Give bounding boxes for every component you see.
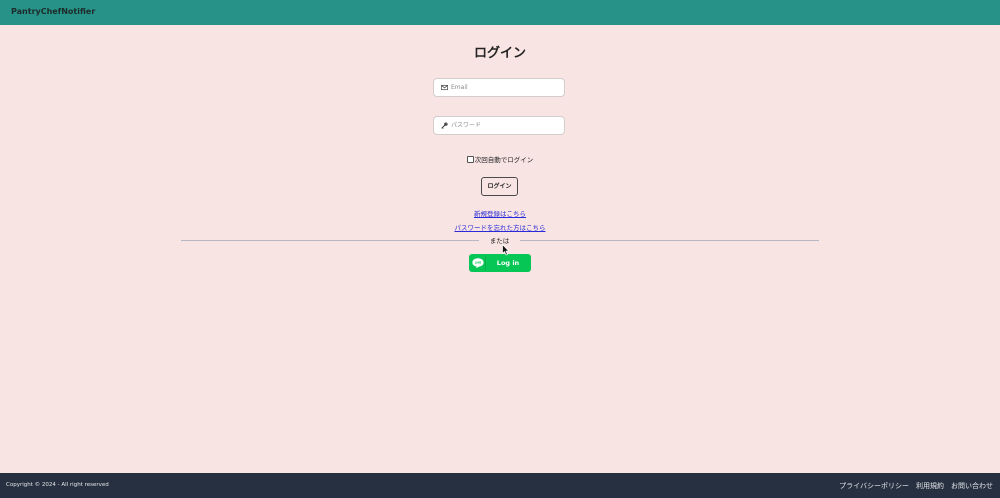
copyright-text: Copyright © 2024 - All right reserved <box>6 482 109 488</box>
signup-link[interactable]: 新規登録はこちら <box>474 210 526 218</box>
envelope-icon <box>441 84 448 91</box>
key-icon <box>441 122 448 129</box>
contact-link[interactable]: お問い合わせ <box>951 482 993 490</box>
footer: Copyright © 2024 - All right reserved プラ… <box>0 473 1000 498</box>
line-badge-text: LINE <box>475 261 482 265</box>
divider-text: または <box>489 237 510 245</box>
line-login-label: Log in <box>496 259 520 267</box>
line-login-button[interactable]: LINE Log in <box>469 254 531 272</box>
divider-line-left <box>181 240 479 241</box>
forgot-password-link-row: パスワードを忘れた方はこちら <box>0 222 1000 232</box>
password-field[interactable] <box>433 116 565 135</box>
remember-me-label[interactable]: 次回自動でログイン <box>475 156 534 164</box>
forgot-password-link[interactable]: パスワードを忘れた方はこちら <box>455 224 546 232</box>
footer-links: プライバシーポリシー 利用規約 お問い合わせ <box>832 481 993 491</box>
page-title: ログイン <box>473 46 526 61</box>
login-page: ログイン 次回自動でログイン ログイン 新規登録はこちら パスワードを忘れた方は… <box>0 25 1000 473</box>
remember-me-row: 次回自動でログイン <box>0 154 1000 164</box>
remember-me-checkbox[interactable] <box>466 156 474 163</box>
signup-link-row: 新規登録はこちら <box>0 208 1000 218</box>
login-submit-button[interactable]: ログイン <box>481 177 518 196</box>
terms-link[interactable]: 利用規約 <box>916 482 944 490</box>
password-input[interactable] <box>451 118 561 133</box>
mouse-pointer-icon <box>502 244 510 256</box>
line-chat-bubble-icon: LINE <box>472 256 486 270</box>
brand-logo-link[interactable]: PantryChefNotifier <box>11 7 95 16</box>
email-field[interactable] <box>433 78 565 97</box>
top-navbar: PantryChefNotifier <box>0 0 1000 25</box>
privacy-policy-link[interactable]: プライバシーポリシー <box>839 482 909 490</box>
divider-line-right <box>520 240 819 241</box>
email-input[interactable] <box>451 80 561 95</box>
